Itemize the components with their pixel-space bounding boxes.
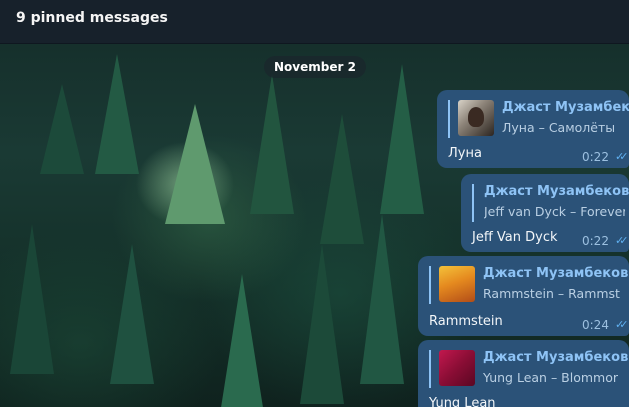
reply-preview[interactable]: Джаст Музамбеков Луна – Самолёты (448, 100, 629, 138)
reply-track: Jeff van Dyck – Forever (484, 204, 625, 219)
tree-shape (220, 274, 264, 407)
chat-header: 9 pinned messages (0, 0, 629, 44)
message-time: 0:24 (582, 318, 609, 332)
tree-shape (165, 104, 225, 224)
reply-author: Джаст Музамбеков (484, 184, 629, 199)
double-check-icon: ✓✓ (615, 150, 629, 163)
tree-shape (360, 214, 404, 384)
reply-author: Джаст Музамбеков (502, 100, 629, 115)
message-time: 0:22 (582, 150, 609, 164)
album-thumbnail (439, 266, 475, 302)
tree-shape (380, 64, 424, 214)
date-separator: November 2 (264, 56, 366, 78)
tree-shape (250, 74, 294, 214)
album-thumbnail (458, 100, 494, 136)
reply-track: Rammstein – Rammst (483, 286, 620, 301)
tree-shape (320, 114, 364, 244)
tree-shape (10, 224, 54, 374)
reply-track: Yung Lean – Blommor (483, 370, 619, 385)
reply-preview[interactable]: Джаст Музамбеков Rammstein – Rammst (429, 266, 629, 304)
pinned-messages-title: 9 pinned messages (16, 10, 168, 26)
message-bubble[interactable]: Джаст Музамбеков Jeff van Dyck – Forever… (461, 174, 629, 252)
album-thumbnail (439, 350, 475, 386)
message-bubble[interactable]: Джаст Музамбеков Rammstein – Rammst Ramm… (418, 256, 629, 336)
reply-preview[interactable]: Джаст Музамбеков Jeff van Dyck – Forever (472, 184, 629, 222)
message-bubble[interactable]: Джаст Музамбеков Yung Lean – Blommor Yun… (418, 340, 629, 407)
reply-author: Джаст Музамбеков (483, 350, 629, 365)
tree-shape (110, 244, 154, 384)
tree-shape (300, 244, 344, 404)
message-text: Yung Lean (429, 396, 496, 407)
reply-track: Луна – Самолёты (502, 120, 616, 135)
tree-shape (95, 54, 139, 174)
message-text: Луна (448, 146, 482, 161)
message-text: Jeff Van Dyck (472, 230, 558, 245)
double-check-icon: ✓✓ (615, 234, 629, 247)
tree-shape (40, 84, 84, 174)
message-text: Rammstein (429, 314, 503, 329)
reply-author: Джаст Музамбеков (483, 266, 629, 281)
double-check-icon: ✓✓ (615, 318, 629, 331)
reply-preview[interactable]: Джаст Музамбеков Yung Lean – Blommor (429, 350, 629, 388)
message-bubble[interactable]: Джаст Музамбеков Луна – Самолёты Луна 0:… (437, 90, 629, 168)
message-time: 0:22 (582, 234, 609, 248)
